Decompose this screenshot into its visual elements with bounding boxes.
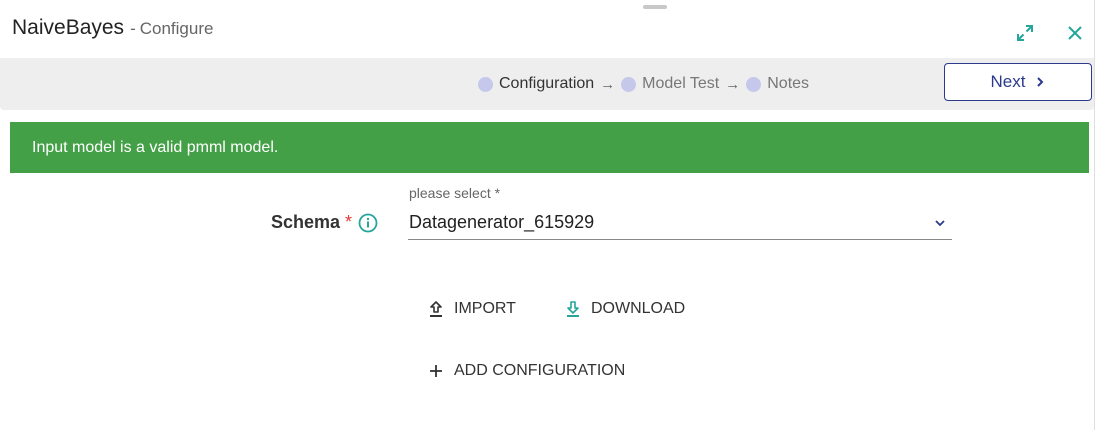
dialog-title-subtitle: Configure — [139, 19, 214, 38]
download-icon — [563, 300, 583, 318]
chevron-down-icon — [934, 219, 946, 227]
add-configuration-button[interactable]: ADD CONFIGURATION — [426, 362, 625, 380]
schema-select[interactable]: Datagenerator_615929 — [408, 206, 952, 240]
expand-icon — [1017, 25, 1033, 41]
success-alert: Input model is a valid pmml model. — [10, 122, 1089, 173]
dialog-title-main: NaiveBayes — [12, 16, 125, 39]
next-button-label: Next — [990, 72, 1026, 91]
stepper-bar: Configuration → Model Test → Notes — [0, 58, 1094, 110]
expand-button[interactable] — [1014, 22, 1036, 44]
step-notes[interactable]: Notes — [746, 75, 809, 93]
close-icon — [1068, 26, 1082, 40]
next-button[interactable]: Next — [944, 63, 1092, 101]
step-dot — [621, 76, 637, 92]
configure-dialog: NaiveBayes - Configure Configuration → M… — [0, 0, 1098, 446]
download-label: DOWNLOAD — [591, 300, 686, 317]
stepper: Configuration → Model Test → Notes — [478, 75, 809, 93]
dialog-title: NaiveBayes - Configure — [12, 16, 213, 46]
add-configuration-label: ADD CONFIGURATION — [454, 362, 626, 379]
info-icon[interactable] — [358, 213, 378, 233]
upload-icon — [426, 300, 446, 318]
schema-label-text: Schema — [271, 212, 341, 232]
step-label: Notes — [767, 75, 810, 92]
step-dot — [746, 76, 762, 92]
chevron-right-icon — [1035, 76, 1045, 88]
step-dot — [478, 76, 493, 92]
dialog-border — [1094, 0, 1095, 430]
schema-label: Schema * — [271, 212, 378, 233]
drag-handle[interactable] — [643, 5, 667, 9]
required-mark: * — [345, 212, 353, 232]
step-model-test[interactable]: Model Test — [621, 75, 719, 93]
step-arrow: → — [725, 75, 741, 93]
schema-select-hint: please select * — [409, 185, 501, 201]
schema-select-value: Datagenerator_615929 — [409, 212, 595, 232]
dialog-title-separator: - — [130, 19, 136, 38]
plus-icon — [426, 363, 446, 379]
download-button[interactable]: DOWNLOAD — [563, 300, 685, 318]
step-label: Configuration — [499, 75, 595, 92]
close-button[interactable] — [1064, 22, 1086, 44]
import-button[interactable]: IMPORT — [426, 300, 516, 318]
alert-message: Input model is a valid pmml model. — [32, 138, 279, 156]
step-arrow: → — [600, 75, 616, 93]
import-label: IMPORT — [454, 300, 516, 317]
step-configuration[interactable]: Configuration — [478, 75, 594, 93]
step-label: Model Test — [642, 75, 720, 92]
